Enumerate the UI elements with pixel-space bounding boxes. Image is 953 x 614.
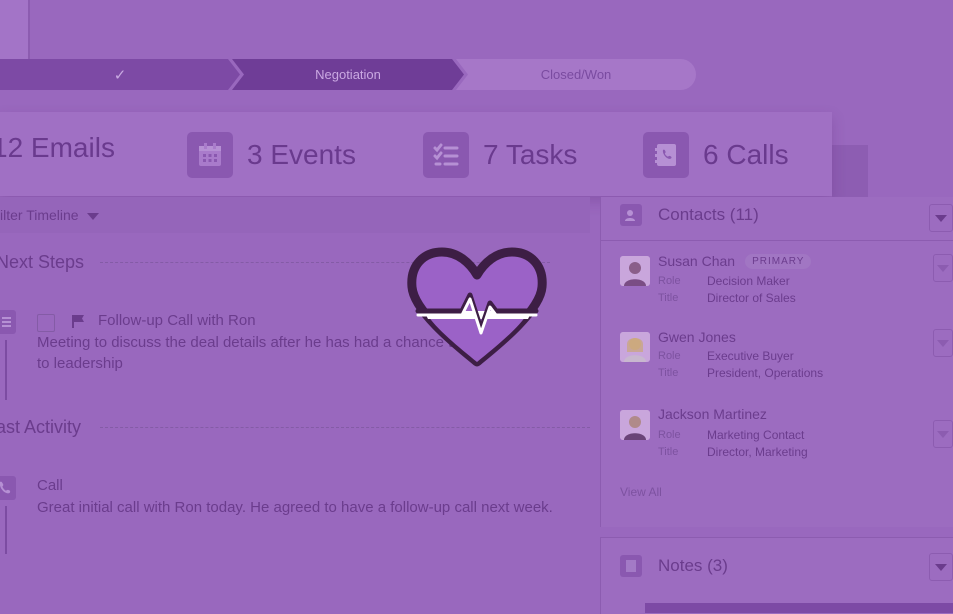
contact-name[interactable]: Susan Chan bbox=[658, 253, 735, 269]
title-label: Title bbox=[658, 446, 679, 458]
contact-row-menu[interactable] bbox=[933, 420, 953, 448]
heart-pulse-logo bbox=[404, 245, 550, 369]
phone-book-icon bbox=[643, 132, 689, 178]
timeline-line bbox=[5, 506, 7, 554]
flag-icon bbox=[70, 313, 86, 334]
contact-name[interactable]: Jackson Martinez bbox=[658, 406, 767, 422]
role-label: Role bbox=[658, 429, 681, 441]
path-step-closed-won[interactable]: Closed/Won bbox=[456, 59, 696, 90]
contact-title: Director, Marketing bbox=[707, 445, 808, 459]
contact-title: Director of Sales bbox=[707, 291, 796, 305]
path-step-label: Negotiation bbox=[315, 67, 381, 82]
stat-tasks[interactable]: 7 Tasks bbox=[423, 132, 577, 178]
call-item[interactable] bbox=[0, 476, 16, 500]
task-checkbox[interactable] bbox=[37, 314, 55, 332]
stat-events[interactable]: 3 Events bbox=[187, 132, 356, 178]
notes-header[interactable]: Notes (3) bbox=[658, 556, 728, 576]
avatar[interactable] bbox=[620, 332, 650, 362]
contact-title: President, Operations bbox=[707, 366, 824, 380]
task-description-line2: to leadership bbox=[37, 355, 123, 372]
contacts-menu-button[interactable] bbox=[929, 204, 953, 232]
path-step-negotiation[interactable]: Negotiation bbox=[232, 59, 464, 90]
contact-role: Marketing Contact bbox=[707, 428, 805, 442]
task-icon bbox=[0, 310, 16, 334]
caret-down-icon bbox=[935, 214, 947, 222]
stat-tasks-label: 7 Tasks bbox=[483, 139, 578, 170]
notes-progress-strip bbox=[645, 603, 953, 613]
section-divider bbox=[100, 427, 590, 428]
call-icon bbox=[0, 476, 16, 500]
filter-timeline-dropdown[interactable]: ilter Timeline bbox=[0, 207, 99, 223]
checkmark-icon: ✓ bbox=[113, 66, 127, 84]
path-step-label: Closed/Won bbox=[540, 67, 612, 82]
caret-down-icon bbox=[935, 563, 947, 571]
stat-calls[interactable]: 6 Calls bbox=[643, 132, 789, 178]
avatar[interactable] bbox=[620, 410, 650, 440]
contact-row-menu[interactable] bbox=[933, 254, 953, 282]
caret-down-icon bbox=[937, 339, 949, 347]
primary-badge: PRIMARY bbox=[745, 253, 812, 269]
contact-role: Decision Maker bbox=[707, 274, 790, 288]
role-label: Role bbox=[658, 350, 681, 362]
contact-role: Executive Buyer bbox=[707, 349, 794, 363]
past-activity-title: ast Activity bbox=[0, 417, 82, 437]
caret-down-icon bbox=[86, 212, 99, 220]
next-steps-title: Next Steps bbox=[0, 252, 85, 272]
view-all-link[interactable]: View All bbox=[620, 485, 662, 499]
task-title[interactable]: Follow-up Call with Ron bbox=[98, 310, 256, 331]
activity-stats-bar: 12 Emails 3 Events 7 Tasks 6 Calls bbox=[0, 112, 832, 196]
title-label: Title bbox=[658, 367, 679, 379]
task-item[interactable] bbox=[0, 310, 16, 334]
notes-icon bbox=[620, 555, 642, 577]
avatar[interactable] bbox=[620, 256, 650, 286]
caret-down-icon bbox=[937, 264, 949, 272]
stat-emails-label: 12 Emails bbox=[0, 132, 115, 163]
contact-name[interactable]: Gwen Jones bbox=[658, 329, 736, 345]
contacts-header[interactable]: Contacts (11) bbox=[658, 205, 759, 225]
contact-row: Susan Chan PRIMARY bbox=[658, 253, 812, 269]
filter-timeline-label: ilter Timeline bbox=[0, 207, 79, 223]
title-label: Title bbox=[658, 292, 679, 304]
contacts-icon bbox=[620, 204, 642, 226]
contact-row-menu[interactable] bbox=[933, 329, 953, 357]
role-label: Role bbox=[658, 275, 681, 287]
task-list-icon bbox=[423, 132, 469, 178]
stat-calls-label: 6 Calls bbox=[703, 139, 789, 170]
calendar-icon bbox=[187, 132, 233, 178]
stat-events-label: 3 Events bbox=[247, 139, 356, 170]
notes-menu-button[interactable] bbox=[929, 553, 953, 581]
call-description: Great initial call with Ron today. He ag… bbox=[37, 499, 553, 516]
header-divider bbox=[600, 240, 953, 241]
stat-emails[interactable]: 12 Emails bbox=[0, 132, 115, 164]
caret-down-icon bbox=[937, 430, 949, 438]
call-title[interactable]: Call bbox=[37, 475, 63, 496]
sales-path: ✓ Negotiation Closed/Won bbox=[0, 59, 700, 90]
timeline-line bbox=[5, 340, 7, 400]
path-step-complete[interactable]: ✓ bbox=[0, 59, 240, 90]
